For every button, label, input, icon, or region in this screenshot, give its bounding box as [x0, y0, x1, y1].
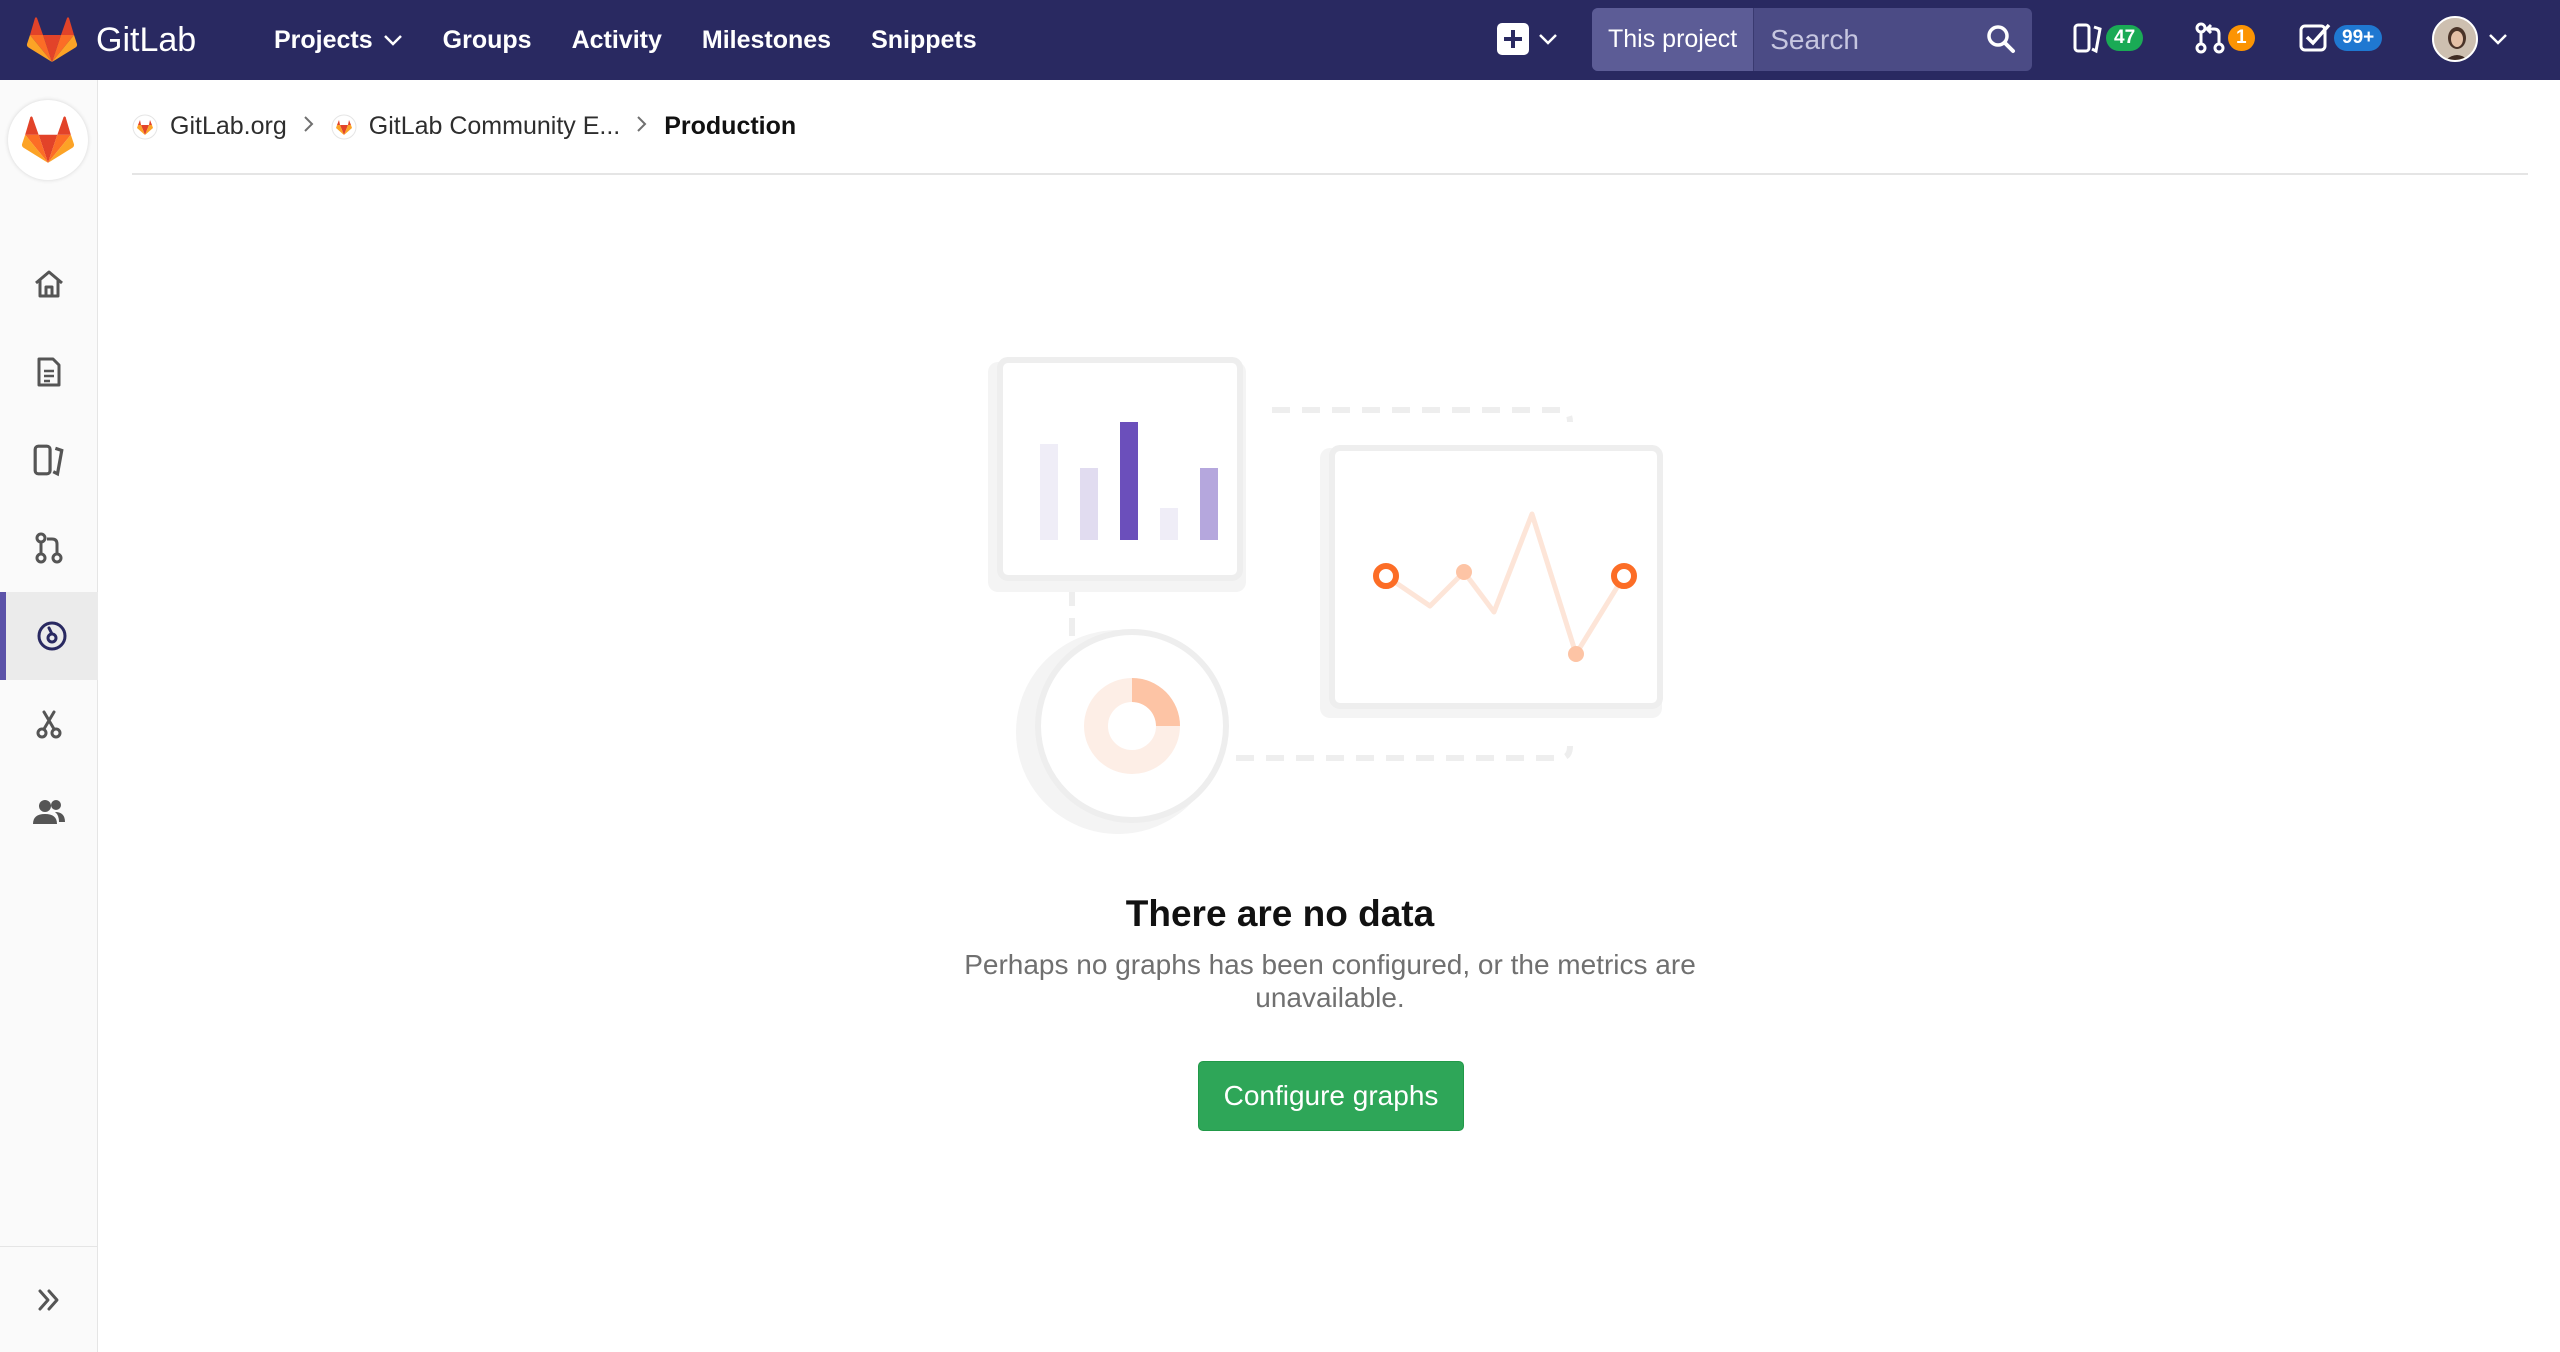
sidebar-item-operations[interactable] — [0, 592, 98, 680]
plus-square-icon — [1497, 23, 1529, 55]
merge-request-icon — [35, 532, 63, 564]
nav-groups[interactable]: Groups — [443, 26, 532, 55]
brand-name: GitLab — [96, 20, 197, 59]
double-chevron-right-icon — [38, 1289, 59, 1310]
chevron-down-icon — [1539, 34, 1557, 45]
empty-state-description: Perhaps no graphs has been configured, o… — [964, 949, 1696, 1013]
snippets-icon — [36, 710, 62, 739]
breadcrumb-project[interactable]: GitLab Community E... — [331, 112, 620, 141]
todo-check-icon — [2299, 23, 2331, 52]
breadcrumb-current: Production — [664, 112, 797, 140]
project-sidebar — [0, 80, 98, 1352]
nav-projects-label: Projects — [274, 25, 373, 54]
sidebar-collapse-button[interactable] — [0, 1246, 98, 1352]
empty-metrics-illustration — [988, 357, 1663, 834]
search-box: This project — [1592, 8, 2032, 71]
merge-requests-badge: 1 — [2228, 25, 2255, 51]
gitlab-logo-icon — [26, 17, 78, 62]
sidebar-item-merge-requests[interactable] — [0, 504, 98, 592]
breadcrumb-group-label: GitLab.org — [170, 112, 287, 140]
chevron-down-icon — [383, 35, 402, 46]
empty-state-title: There are no data — [1125, 893, 1435, 934]
search-input[interactable] — [1754, 23, 1965, 56]
sidebar-item-issues[interactable] — [0, 416, 98, 504]
search-scope[interactable]: This project — [1592, 8, 1755, 71]
sidebar-item-repository[interactable] — [0, 328, 98, 416]
chevron-down-icon — [2489, 34, 2507, 45]
nav-projects[interactable]: Projects — [274, 26, 403, 55]
issues-counter[interactable]: 47 — [2072, 22, 2144, 54]
top-navbar: GitLab Projects Groups Activity Mileston… — [0, 0, 2560, 80]
gitlab-avatar-icon — [132, 114, 158, 139]
main-nav: Projects Groups Activity Milestones Snip… — [274, 0, 1017, 80]
new-item-dropdown[interactable] — [1496, 22, 1558, 56]
configure-graphs-button[interactable]: Configure graphs — [1198, 1061, 1464, 1131]
nav-milestones[interactable]: Milestones — [702, 26, 831, 55]
operations-icon — [37, 621, 67, 651]
issues-icon — [2073, 23, 2102, 54]
repository-icon — [37, 357, 61, 387]
members-icon — [33, 800, 65, 824]
sidebar-item-snippets[interactable] — [0, 680, 98, 768]
merge-requests-counter[interactable]: 1 — [2194, 22, 2255, 54]
avatar — [2432, 16, 2478, 62]
todos-badge: 99+ — [2334, 25, 2383, 51]
breadcrumb: GitLab.org GitLab Community E... Product… — [132, 80, 2528, 175]
nav-activity[interactable]: Activity — [572, 26, 662, 55]
home-icon — [35, 270, 63, 298]
breadcrumb-group[interactable]: GitLab.org — [132, 112, 287, 141]
chevron-right-icon — [636, 115, 648, 138]
sidebar-item-members[interactable] — [0, 768, 98, 856]
breadcrumb-project-label: GitLab Community E... — [368, 112, 621, 140]
sidebar-item-home[interactable] — [0, 240, 98, 328]
nav-snippets[interactable]: Snippets — [871, 26, 977, 55]
gitlab-logo-icon — [21, 116, 75, 163]
merge-request-icon — [2195, 22, 2225, 54]
user-menu[interactable] — [2432, 16, 2508, 62]
gitlab-home-link[interactable]: GitLab — [26, 0, 196, 80]
search-icon[interactable] — [1986, 24, 2016, 54]
chevron-right-icon — [303, 115, 315, 138]
project-avatar[interactable] — [8, 100, 88, 180]
issues-icon — [33, 444, 64, 477]
todos-counter[interactable]: 99+ — [2298, 22, 2383, 54]
issues-badge: 47 — [2106, 25, 2144, 51]
gitlab-avatar-icon — [331, 114, 357, 139]
